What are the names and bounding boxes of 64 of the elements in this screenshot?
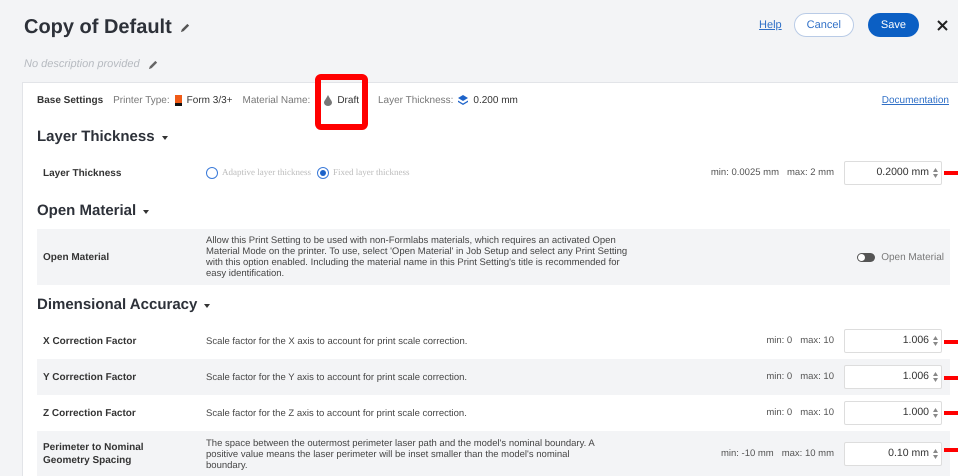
number-field[interactable]: 1.000 — [844, 401, 942, 425]
stepper-icon[interactable] — [933, 408, 938, 418]
cancel-button[interactable]: Cancel — [794, 13, 854, 37]
annotation-box — [315, 74, 368, 130]
caret-icon[interactable] — [162, 136, 168, 140]
setting-value: Form 3/3+ — [186, 94, 233, 108]
row-label: Z Correction Factor — [43, 406, 137, 420]
max-value: max: 10 mm — [782, 446, 834, 461]
row-description: Scale factor for the Z axis to account for print scale correction. — [206, 408, 468, 418]
min-value: min: 0 — [766, 370, 792, 384]
max-value: max: 10 — [800, 334, 834, 348]
setting-label: Material Name: — [242, 94, 310, 108]
row-label: Y Correction Factor — [43, 370, 138, 384]
row-label: Layer Thickness — [43, 166, 122, 180]
pencil-icon[interactable] — [148, 58, 159, 70]
max-value: max: 10 — [800, 370, 834, 384]
number-field[interactable]: 1.006 — [844, 329, 942, 353]
min-value: min: 0.0025 mm — [710, 166, 780, 180]
stepper-icon[interactable] — [933, 168, 938, 178]
settings-title: Copy of Default — [24, 15, 172, 40]
section-heading[interactable]: Dimensional Accuracy — [37, 294, 198, 317]
documentation-link[interactable]: Documentation — [882, 92, 949, 108]
annotation-marker — [944, 448, 958, 452]
save-button[interactable]: Save — [868, 13, 919, 37]
help-link[interactable]: Help — [759, 16, 782, 34]
section-heading[interactable]: Layer Thickness — [37, 126, 155, 149]
caret-icon[interactable] — [204, 304, 210, 308]
layers-icon — [458, 95, 468, 105]
max-value: max: 10 — [800, 406, 834, 420]
toggle-label: Open Material — [881, 250, 944, 264]
stepper-icon[interactable] — [933, 372, 938, 382]
annotation-marker — [944, 411, 958, 415]
close-icon[interactable] — [937, 20, 948, 30]
setting-value: 0.200 mm — [473, 94, 518, 108]
row-label: Open Material — [43, 250, 110, 264]
annotation-marker — [944, 171, 958, 175]
caret-icon[interactable] — [143, 210, 150, 214]
printer-icon — [174, 94, 182, 106]
pencil-icon[interactable] — [180, 22, 191, 32]
setting-value: Draft — [337, 94, 359, 108]
number-field[interactable]: 0.2000 mm — [844, 161, 942, 185]
description-text: No description provided — [24, 57, 140, 72]
number-field[interactable]: 0.10 mm — [844, 442, 942, 466]
min-value: min: -10 mm — [720, 446, 774, 461]
row-label: Perimeter to Nominal Geometry Spacing — [43, 441, 145, 467]
row-description: The space between the outermost perimeter laser path and the model's nominal boundary. A positive value means the laser perimeter will be inset smaller than the model's nominal boundary. — [206, 438, 596, 470]
annotation-marker — [944, 376, 958, 380]
row-description: Scale factor for the Y axis to account for print scale correction. — [206, 372, 468, 382]
min-value: min: 0 — [766, 334, 792, 348]
stepper-icon[interactable] — [933, 449, 938, 459]
row-description: Scale factor for the X axis to account for print scale correction. — [206, 336, 468, 346]
drop-icon — [324, 94, 332, 106]
stepper-icon[interactable] — [933, 336, 938, 346]
toggle-switch[interactable] — [857, 252, 876, 262]
base-settings-label: Base Settings — [37, 94, 104, 108]
max-value: max: 2 mm — [787, 166, 834, 180]
row-label: X Correction Factor — [43, 334, 138, 348]
setting-label: Printer Type: — [113, 94, 170, 108]
annotation-marker — [944, 340, 958, 344]
setting-label: Layer Thickness: — [378, 94, 454, 108]
section-heading[interactable]: Open Material — [37, 200, 136, 223]
min-value: min: 0 — [766, 406, 792, 420]
row-description: Allow this Print Setting to be used with non-Formlabs materials, which requires an activated Open Material Mode on the printer. To use, select 'Open Material' in Job Setup and select any Print Setting with this option enabled. Including the material name in this Print Setting's title is recommended for easy identification. — [206, 235, 628, 279]
number-field[interactable]: 1.006 — [844, 365, 942, 389]
